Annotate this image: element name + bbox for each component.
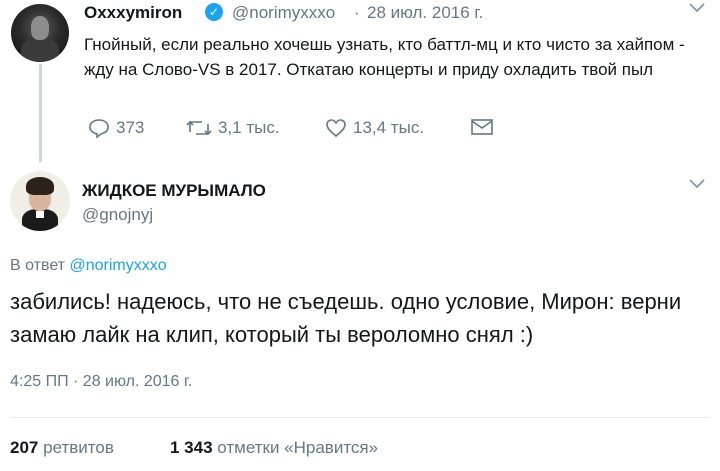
author-name[interactable]: ЖИДКОЕ МУРЫМАЛО (82, 181, 266, 201)
retweets-stat[interactable]: 207 ретвитов (10, 438, 114, 458)
retweets-count: 207 (10, 438, 39, 457)
chevron-down-icon[interactable] (688, 2, 706, 14)
reply-count: 373 (116, 118, 145, 137)
author-name[interactable]: Oxxxymiron (84, 3, 182, 23)
reply-icon (88, 118, 110, 138)
retweet-count: 3,1 тыс. (218, 118, 280, 137)
tweet-date[interactable]: 28 июл. 2016 г. (367, 3, 483, 23)
likes-label: отметки «Нравится» (217, 438, 379, 457)
retweets-label: ретвитов (43, 438, 114, 457)
author-handle[interactable]: @gnojnyj (82, 205, 153, 225)
mail-icon (470, 118, 494, 136)
reply-button[interactable]: 373 (88, 118, 144, 138)
avatar[interactable] (10, 171, 70, 231)
tweet-timestamp[interactable]: 4:25 ПП · 28 июл. 2016 г. (10, 373, 192, 391)
likes-stat[interactable]: 1 343 отметки «Нравится» (170, 438, 378, 458)
chevron-down-icon[interactable] (688, 178, 706, 190)
avatar[interactable] (11, 4, 69, 62)
in-reply-label: В ответ (10, 257, 66, 274)
separator-dot: · (354, 3, 360, 22)
thread-connector (39, 64, 42, 162)
in-reply-handle-link[interactable]: @norimyxxxo (69, 257, 166, 274)
tweet-text: Гнойный, если реально хочешь узнать, кто… (84, 35, 685, 79)
author-handle[interactable]: @norimyxxxo (232, 3, 335, 23)
likes-count: 1 343 (170, 438, 213, 457)
retweet-icon (186, 118, 212, 138)
direct-message-button[interactable] (470, 118, 494, 136)
like-button[interactable]: 13,4 тыс. (325, 118, 424, 138)
heart-icon (325, 118, 347, 138)
divider (10, 417, 710, 418)
in-reply-to: В ответ @norimyxxxo (10, 257, 167, 275)
tweet-text: забились! надеюсь, что не съедешь. одно … (10, 289, 682, 347)
retweet-button[interactable]: 3,1 тыс. (186, 118, 280, 138)
verified-badge-icon: ✓ (205, 3, 223, 21)
like-count: 13,4 тыс. (353, 118, 425, 137)
